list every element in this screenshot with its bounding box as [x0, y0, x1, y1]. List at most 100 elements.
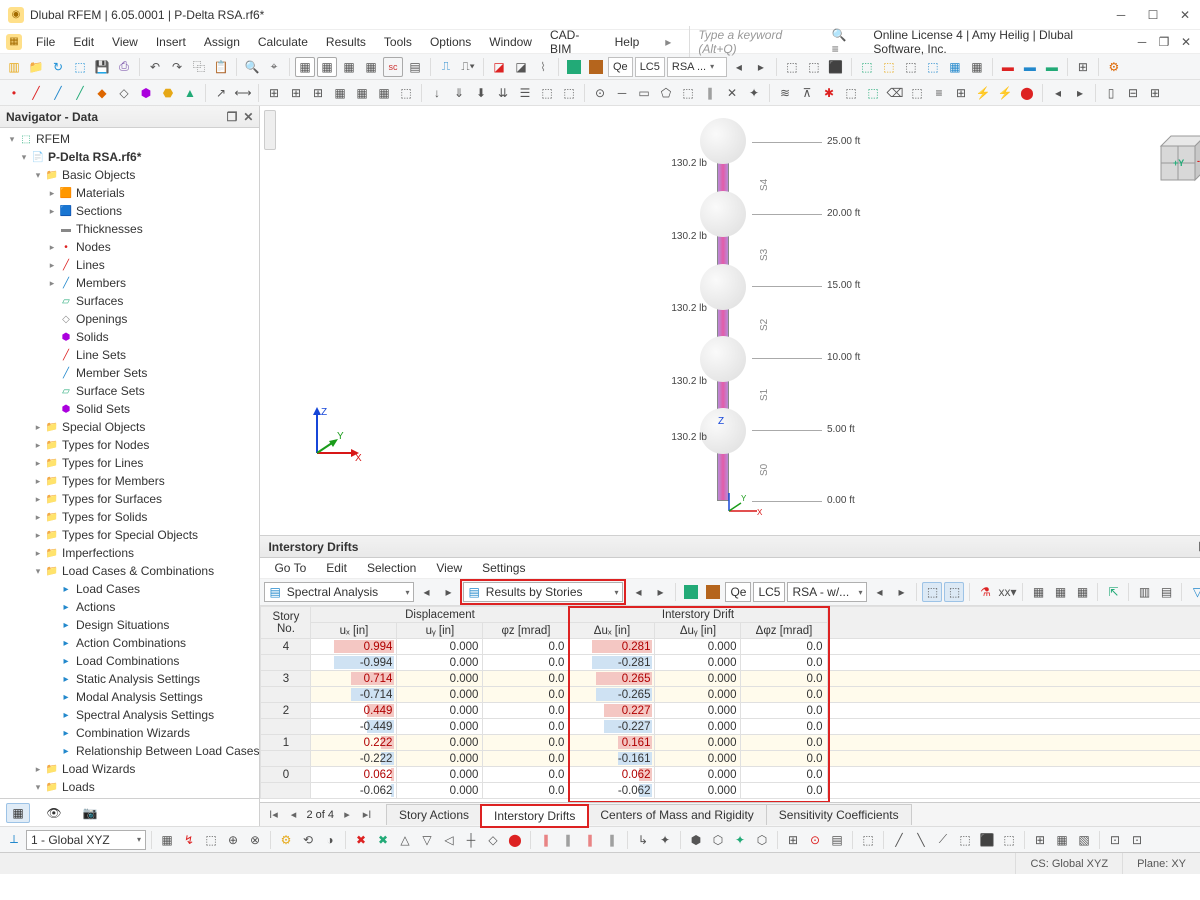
cs-dropdown[interactable]: 1 - Global XYZ▾ — [26, 830, 146, 850]
tree-item[interactable]: ▸Static Analysis Settings — [0, 670, 259, 688]
sel2-icon[interactable]: ⬚ — [944, 582, 964, 602]
tree-item[interactable]: ▱Surface Sets — [0, 382, 259, 400]
grid1-icon[interactable]: ⊞ — [264, 83, 284, 103]
tree-item[interactable]: ╱Line Sets — [0, 346, 259, 364]
node-icon[interactable]: • — [4, 83, 24, 103]
member-icon[interactable]: ╱ — [48, 83, 68, 103]
b29-icon[interactable]: ▤ — [827, 830, 847, 850]
mdi-close[interactable]: ✕ — [1178, 35, 1194, 49]
export-icon[interactable]: ⇱ — [1103, 582, 1123, 602]
tree-item[interactable]: ⬢Solid Sets — [0, 400, 259, 418]
view1-icon[interactable]: ⬚ — [857, 57, 877, 77]
table-row[interactable]: 0 0.062 0.0000.0 0.062 0.0000.0 — [261, 767, 1200, 783]
tree-loads[interactable]: Loads — [62, 780, 95, 794]
b22-icon[interactable]: ✦ — [655, 830, 675, 850]
sel-x-icon[interactable]: ✕ — [722, 83, 742, 103]
arrow-icon[interactable]: ↗ — [211, 83, 231, 103]
tree-item[interactable]: ▸Actions — [0, 598, 259, 616]
b30-icon[interactable]: ⬚ — [858, 830, 878, 850]
b28-icon[interactable]: ⊙ — [805, 830, 825, 850]
load1-icon[interactable]: ↓ — [427, 83, 447, 103]
tree-item[interactable]: ▸Load Combinations — [0, 652, 259, 670]
pager-first-icon[interactable]: I◂ — [266, 808, 280, 821]
prev-an-icon[interactable]: ◂ — [416, 582, 436, 602]
load4-icon[interactable]: ⇊ — [493, 83, 513, 103]
iso-icon[interactable]: ⬚ — [782, 57, 802, 77]
results-off-icon[interactable]: ◪ — [511, 57, 531, 77]
table2-icon[interactable]: ▦ — [317, 57, 337, 77]
pager-next-icon[interactable]: ▸ — [340, 808, 354, 821]
layer1-icon[interactable]: ▬ — [998, 57, 1018, 77]
undo-icon[interactable]: ↶ — [145, 57, 165, 77]
mod10-icon[interactable]: ⚡ — [973, 83, 993, 103]
tree-item[interactable]: ▸📁Special Objects — [0, 418, 259, 436]
b5-icon[interactable]: ⊗ — [245, 830, 265, 850]
lc2-dropdown[interactable]: LC5 — [753, 582, 785, 602]
menu-edit[interactable]: Edit — [65, 33, 102, 51]
tree-item[interactable]: ▸Relationship Between Load Cases — [0, 742, 259, 760]
save-icon[interactable]: 💾 — [92, 57, 112, 77]
sel-poly-icon[interactable]: ⬠ — [656, 83, 676, 103]
grid5-icon[interactable]: ▦ — [352, 83, 372, 103]
mod12-icon[interactable]: ⬤ — [1017, 83, 1037, 103]
tree-item[interactable]: ▸📁Types for Special Objects — [0, 526, 259, 544]
tree-item[interactable]: ▸📁Types for Surfaces — [0, 490, 259, 508]
next-lc2-icon[interactable]: ▸ — [891, 582, 911, 602]
view4-icon[interactable]: ⬚ — [923, 57, 943, 77]
solid-icon[interactable]: ⬛ — [826, 57, 846, 77]
support-icon[interactable]: ▲ — [180, 83, 200, 103]
mesh-icon[interactable]: ⬚ — [396, 83, 416, 103]
tree-item[interactable]: ▸🟦Sections — [0, 202, 259, 220]
deform-icon[interactable]: ⌇ — [533, 57, 553, 77]
rsa2-dropdown[interactable]: RSA - w/...▾ — [787, 582, 867, 602]
tree-item[interactable]: ▸📁Types for Lines — [0, 454, 259, 472]
menu-options[interactable]: Options — [422, 33, 479, 51]
b39-icon[interactable]: ▧ — [1074, 830, 1094, 850]
menu-tools[interactable]: Tools — [376, 33, 420, 51]
split2-icon[interactable]: ⊟ — [1123, 83, 1143, 103]
grid3-icon[interactable]: ⊞ — [308, 83, 328, 103]
tree-item[interactable]: ▸📁Imperfections — [0, 544, 259, 562]
results-on-icon[interactable]: ◪ — [489, 57, 509, 77]
dim-icon[interactable]: ⟷ — [233, 83, 253, 103]
wireframe-icon[interactable]: ⬚ — [804, 57, 824, 77]
next-an-icon[interactable]: ▸ — [438, 582, 458, 602]
menu-icon[interactable]: ▦ — [6, 34, 22, 50]
nav-tab-display-icon[interactable]: 👁 — [42, 803, 66, 823]
grid6-icon[interactable]: ▦ — [374, 83, 394, 103]
b32-icon[interactable]: ╲ — [911, 830, 931, 850]
keyword-search[interactable]: Type a keyword (Alt+Q) — [689, 26, 821, 58]
sel-star-icon[interactable]: ✦ — [744, 83, 764, 103]
mod9-icon[interactable]: ⊞ — [951, 83, 971, 103]
mod4-icon[interactable]: ⬚ — [841, 83, 861, 103]
layer3-icon[interactable]: ▬ — [1042, 57, 1062, 77]
th-uy[interactable]: uᵧ [in] — [397, 623, 483, 639]
nav-close-icon[interactable]: ✕ — [243, 110, 253, 124]
b16-icon[interactable]: ⬤ — [505, 830, 525, 850]
menu-cadbim[interactable]: CAD-BIM — [542, 26, 605, 58]
tree-item[interactable]: ▸Spectral Analysis Settings — [0, 706, 259, 724]
menu-results[interactable]: Results — [318, 33, 374, 51]
table-row[interactable]: 2 0.449 0.0000.0 0.227 0.0000.0 — [261, 703, 1200, 719]
b20-icon[interactable]: ∥ — [602, 830, 622, 850]
opening-icon[interactable]: ◇ — [114, 83, 134, 103]
mdi-restore[interactable]: ❐ — [1156, 35, 1172, 49]
b23-icon[interactable]: ⬢ — [686, 830, 706, 850]
table4-icon[interactable]: ▦ — [361, 57, 381, 77]
sel-line-icon[interactable]: ─ — [612, 83, 632, 103]
sel-rect-icon[interactable]: ▭ — [634, 83, 654, 103]
calc-icon[interactable]: ▤ — [405, 57, 425, 77]
split3-icon[interactable]: ⊞ — [1145, 83, 1165, 103]
sel-par-icon[interactable]: ∥ — [700, 83, 720, 103]
table-row[interactable]: 3 0.714 0.0000.0 0.265 0.0000.0 — [261, 671, 1200, 687]
load6-icon[interactable]: ⬚ — [537, 83, 557, 103]
b1-icon[interactable]: ▦ — [157, 830, 177, 850]
th-disp[interactable]: Displacement — [311, 607, 569, 623]
menu-file[interactable]: File — [28, 33, 63, 51]
tree-item[interactable]: ▸🟧Materials — [0, 184, 259, 202]
view-cube[interactable]: +Y -X — [1143, 126, 1200, 196]
tree-item[interactable]: ▸📁Types for Members — [0, 472, 259, 490]
b14-icon[interactable]: ┼ — [461, 830, 481, 850]
b10-icon[interactable]: ✖ — [373, 830, 393, 850]
b36-icon[interactable]: ⬚ — [999, 830, 1019, 850]
